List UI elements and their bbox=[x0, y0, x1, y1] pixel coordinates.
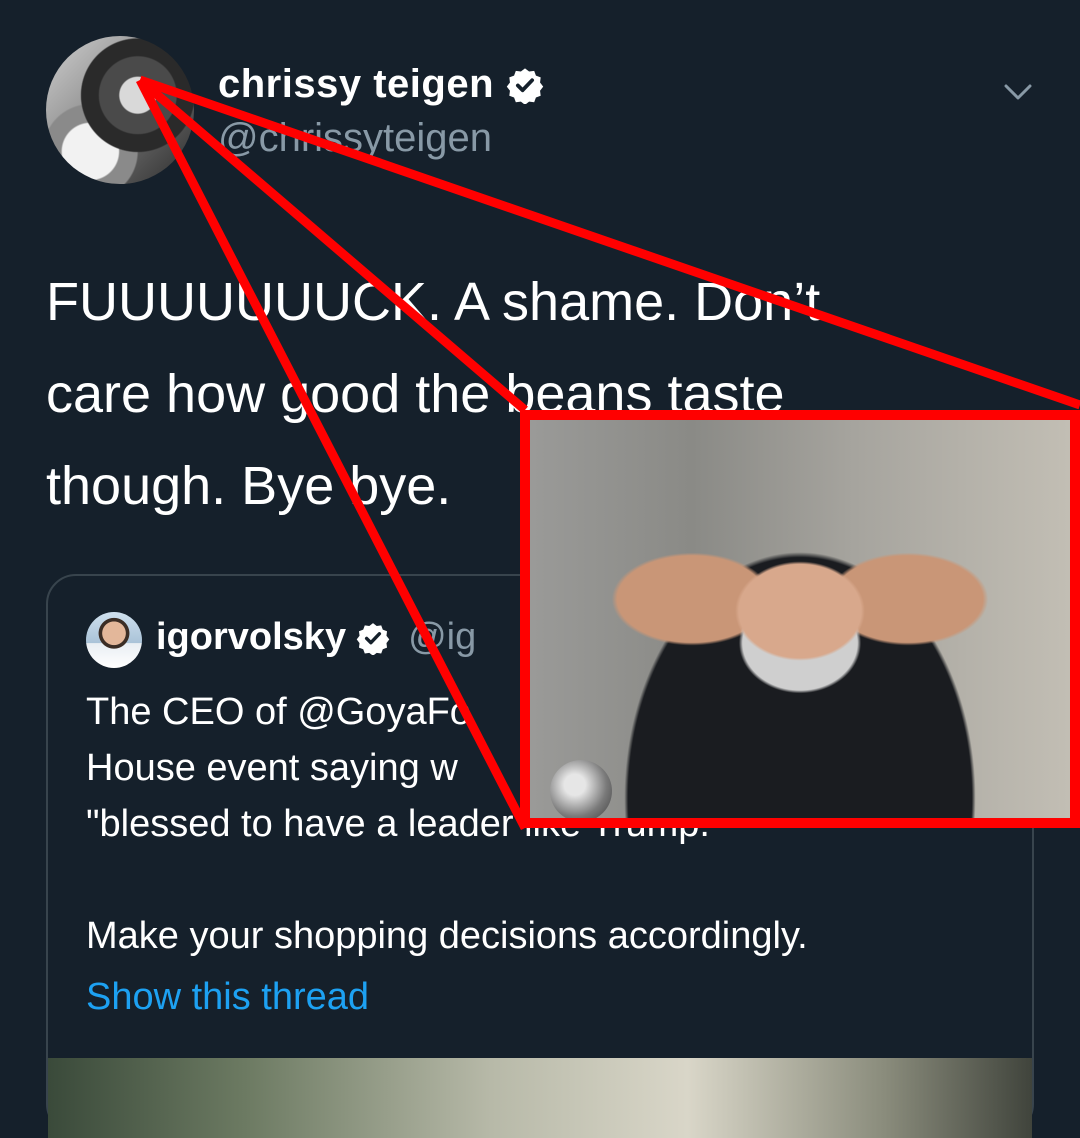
microphone bbox=[550, 760, 612, 818]
author-display-name[interactable]: chrissy teigen bbox=[218, 62, 494, 107]
quoted-text-line bbox=[86, 852, 1016, 908]
author-name-row: chrissy teigen bbox=[218, 62, 544, 107]
quoted-author-name: igorvolsky bbox=[156, 616, 347, 658]
quoted-author-handle: @ig bbox=[408, 616, 477, 658]
tweet-text-line: FUUUUUUUCK. A shame. Don’t bbox=[46, 272, 821, 332]
chevron-down-icon[interactable] bbox=[1000, 74, 1036, 110]
verified-badge-icon bbox=[356, 621, 390, 655]
quoted-author-avatar bbox=[86, 612, 142, 668]
quoted-author-row: igorvolsky @ig bbox=[156, 616, 476, 659]
author-avatar[interactable] bbox=[46, 36, 194, 184]
verified-badge-icon bbox=[506, 66, 544, 104]
quoted-text-line: Make your shopping decisions accordingly… bbox=[86, 915, 808, 957]
tweet-header: chrissy teigen @chrissyteigen bbox=[46, 36, 1046, 186]
author-handle[interactable]: @chrissyteigen bbox=[218, 116, 492, 161]
quoted-tweet-media[interactable] bbox=[48, 1058, 1032, 1138]
show-thread-link[interactable]: Show this thread bbox=[86, 976, 369, 1019]
zoomed-reaction-photo bbox=[520, 410, 1080, 828]
